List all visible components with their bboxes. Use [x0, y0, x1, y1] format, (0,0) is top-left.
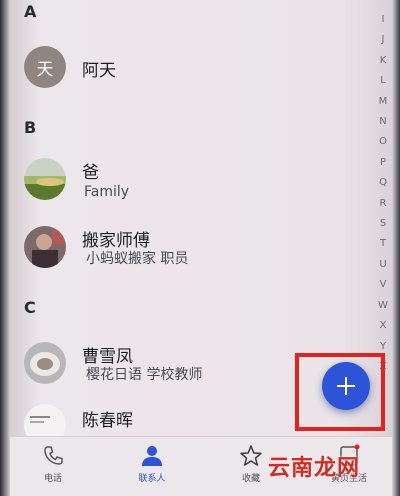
contact-name: 陈春晖 — [82, 411, 133, 431]
contact-row-banjia-shifu[interactable]: 搬家师傅 小蚂蚁搬家 职员 — [24, 226, 354, 286]
index-letter[interactable]: X — [380, 316, 387, 336]
index-letter[interactable]: S — [380, 214, 386, 234]
contact-row-a-tian[interactable]: 天 阿天 — [24, 46, 354, 106]
index-letter[interactable]: I — [382, 10, 385, 30]
avatar — [24, 342, 66, 384]
contact-subtitle: 小蚂蚁搬家 职员 — [86, 251, 189, 267]
nav-tab-phone[interactable]: 电话 — [18, 443, 88, 484]
index-letter[interactable]: L — [380, 71, 386, 91]
landscape-photo-avatar — [24, 158, 66, 200]
index-letter[interactable]: Q — [379, 173, 387, 193]
index-letter[interactable]: O — [379, 132, 387, 152]
highlight-annotation-box — [295, 353, 385, 431]
contact-subtitle: Family — [84, 184, 130, 200]
alphabet-index-scrollbar[interactable]: I J K L M N O P Q R S T U V W X Y Z — [376, 10, 390, 377]
phone-icon — [44, 446, 63, 465]
index-letter[interactable]: V — [380, 275, 387, 295]
section-header-b: B — [24, 118, 37, 137]
section-header-a: A — [24, 2, 37, 21]
index-letter[interactable]: P — [380, 153, 386, 173]
index-letter[interactable]: W — [378, 296, 388, 316]
avatar-initial: 天 — [36, 59, 54, 80]
nav-label: 收藏 — [241, 474, 260, 484]
contact-row-ba[interactable]: 爸 Family — [24, 158, 354, 218]
index-letter[interactable]: R — [380, 194, 387, 214]
index-letter[interactable]: N — [379, 112, 386, 132]
index-letter[interactable]: T — [380, 234, 386, 254]
star-icon — [240, 445, 262, 466]
person-photo-avatar — [24, 226, 66, 268]
avatar: 天 — [24, 46, 66, 88]
index-letter[interactable]: J — [382, 30, 385, 50]
nav-label: 电话 — [43, 474, 62, 484]
food-photo-avatar — [24, 342, 66, 384]
avatar — [24, 226, 66, 268]
index-letter[interactable]: M — [379, 92, 388, 112]
contacts-icon — [142, 446, 162, 466]
contact-subtitle: 樱花日语 学校教师 — [86, 367, 203, 383]
index-letter[interactable]: U — [379, 255, 386, 275]
avatar — [24, 158, 66, 200]
nav-label: 联系人 — [138, 474, 166, 484]
contact-name: 爸 — [82, 163, 99, 183]
nav-tab-contacts[interactable]: 联系人 — [117, 443, 187, 484]
contacts-screen: A 天 阿天 B 爸 Family 搬家师傅 小蚂蚁搬家 职员 C 曹雪凤 樱花… — [0, 0, 400, 496]
index-letter[interactable]: K — [380, 51, 387, 71]
watermark-text: 云南龙网 — [268, 456, 361, 481]
contact-name: 阿天 — [82, 61, 116, 81]
section-header-c: C — [24, 298, 36, 317]
